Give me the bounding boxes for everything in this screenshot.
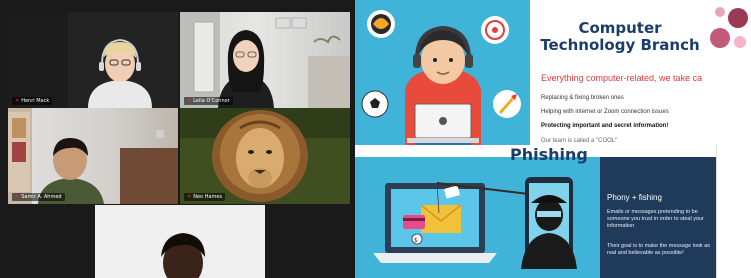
mic-muted-icon: ✕ <box>187 194 192 200</box>
mic-muted-icon: ✕ <box>15 98 20 104</box>
video-tile-2[interactable]: ✕ Leila O'Connor <box>180 12 350 108</box>
video-tile-4[interactable]: ✕ Neo Hames <box>180 108 350 204</box>
video-tile-3[interactable]: ✕ Samir A. Ahmed <box>8 108 178 204</box>
slide-title: Phishing <box>510 145 588 164</box>
video-tile-5[interactable] <box>95 205 265 278</box>
slide-bullet: Protecting important and secret informat… <box>541 123 669 129</box>
panel-text: Their goal is to make the message look a… <box>607 243 711 256</box>
participant-name-label: ✕ Neo Hames <box>184 193 226 201</box>
target-icon <box>481 16 509 44</box>
slide-bullet: Our team is called a "COOL" <box>541 138 618 144</box>
participant-video-2 <box>180 12 350 108</box>
slide-phishing: $ Phishing Phony + fishing Emails or mes… <box>355 145 751 278</box>
slide-title: Computer Technology Branch <box>540 19 700 54</box>
slide-computer-technology-branch: Computer Technology Branch Everything co… <box>355 0 751 145</box>
lion-background-image <box>180 108 350 204</box>
participant-name-label: ✕ Henri Mack <box>12 97 53 105</box>
phishing-illustration: $ <box>355 157 600 278</box>
envelope-icon <box>420 204 462 233</box>
definition-panel: Phony + fishing Emails or messages prete… <box>600 157 716 278</box>
screen: ✕ Henri Mack ✕ Leila O'Connor ✕ Samir A.… <box>0 0 751 278</box>
adjacent-slide-edge <box>716 145 751 278</box>
video-tile-1[interactable]: ✕ Henri Mack <box>8 12 178 108</box>
laptop-icon <box>407 103 479 143</box>
slide-bullet: Replacing & fixing broken ones <box>541 95 624 101</box>
panel-heading: Phony + fishing <box>607 193 662 202</box>
slide-tagline: Everything computer-related, we take ca <box>541 73 703 83</box>
mic-muted-icon: ✕ <box>15 194 20 200</box>
video-gallery: ✕ Henri Mack ✕ Leila O'Connor ✕ Samir A.… <box>0 0 355 278</box>
panel-text: Emails or messages pretending to be some… <box>607 209 704 229</box>
gamepad-icon <box>367 10 395 38</box>
soccer-ball-icon <box>361 90 389 118</box>
mic-muted-icon: ✕ <box>187 98 192 104</box>
rocket-icon <box>493 90 521 118</box>
decorative-circles <box>710 7 748 48</box>
participant-name-label: ✕ Leila O'Connor <box>184 97 233 105</box>
slide-bullet: Helping with internet or Zoom connection… <box>541 109 669 115</box>
participant-video-1 <box>8 12 178 108</box>
credit-card-icon <box>403 215 425 229</box>
svg-text:$: $ <box>414 237 418 244</box>
participant-name-label: ✕ Samir A. Ahmed <box>12 193 65 201</box>
participant-video-5 <box>95 205 265 278</box>
participant-video-3 <box>8 108 178 204</box>
slide-illustration <box>355 0 530 145</box>
